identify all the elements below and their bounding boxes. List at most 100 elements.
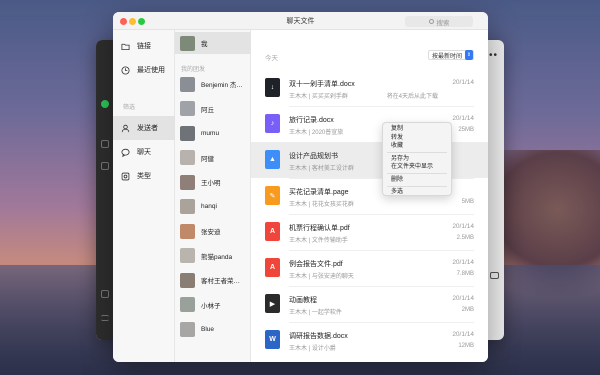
file-meta: 王木木 | 一起学软件 <box>289 310 342 316</box>
file-list-pane: 今天 按最新时间 ⇕ ↓ 双十一剁手清单.docx 王木木 | 买买买剁手群 20/1… <box>251 30 488 362</box>
menu-divider <box>387 173 447 174</box>
menu-item-save-as[interactable]: 另存为 <box>383 155 451 164</box>
phone-icon <box>101 290 109 298</box>
date-section-label: 今天 <box>265 55 278 62</box>
video-file-icon: ▶ <box>265 294 280 313</box>
nav-item-chat[interactable]: 聊天 <box>113 140 175 164</box>
download-file-icon: ↓ <box>265 78 280 97</box>
background-sidebar <box>96 40 114 340</box>
avatar <box>180 297 195 312</box>
sender-name: 王小明 <box>201 180 221 187</box>
avatar <box>180 174 195 190</box>
contacts-section-label: 我的团发 <box>181 67 206 73</box>
menu-item-copy[interactable]: 复制 <box>383 125 451 134</box>
pdf-file-icon: A <box>265 258 280 277</box>
sender-item[interactable]: 阿丘 <box>175 99 251 119</box>
file-size: 5MB <box>461 199 474 205</box>
sender-name: 阿健 <box>201 155 214 163</box>
search-placeholder: 搜索 <box>436 19 450 27</box>
menu-item-multi-select[interactable]: 多选 <box>383 188 451 197</box>
nav-item-label: 发送者 <box>137 125 158 132</box>
file-row[interactable]: ✎ 买花记录清单.page 王木木 | 花花女孩买花群 5MB <box>251 178 488 214</box>
sender-item[interactable]: 熊猫panda <box>175 246 251 266</box>
nav-item-sender[interactable]: 发送者 <box>113 116 175 140</box>
file-meta: 王木木 | 2020普宣旅 <box>289 130 344 136</box>
folder-icon <box>121 43 130 50</box>
file-date: 20/1/14 <box>452 223 474 230</box>
file-meta: 王木木 | 文件传输助手 <box>289 238 348 244</box>
sort-label: 按最新时间 <box>431 53 462 60</box>
pdf-file-icon: A <box>265 222 280 241</box>
sender-item[interactable]: Benjemin 杰… <box>175 74 251 94</box>
file-name: 动画教程 <box>289 297 317 304</box>
menu-item-delete[interactable]: 删除 <box>383 176 451 185</box>
menu-item-favorite[interactable]: 收藏 <box>383 142 451 151</box>
sender-name: hanqi <box>201 203 217 210</box>
file-row[interactable]: A 机票行程确认单.pdf 王木木 | 文件传输助手 20/1/14 2.5MB <box>251 214 488 250</box>
sender-item[interactable]: 客村王者荣… <box>175 270 251 290</box>
file-row[interactable]: ♪ 旅行记录.docx 王木木 | 2020普宣旅 20/1/14 25MB <box>251 106 488 142</box>
avatar <box>180 101 195 116</box>
sender-name: mumu <box>201 129 220 137</box>
file-date: 20/1/14 <box>452 259 474 266</box>
nav-item-type[interactable]: 类型 <box>113 164 175 188</box>
nav-item-label: 最近使用 <box>137 67 165 74</box>
sender-item[interactable]: 阿健 <box>175 148 251 168</box>
box-icon <box>101 140 109 148</box>
audio-file-icon: ♪ <box>265 114 280 133</box>
file-note: 将在4天后从此下载 <box>386 94 438 100</box>
avatar <box>180 223 195 239</box>
file-row[interactable]: W 调研报告数据.docx 王木木 | 设计小爵 20/1/14 12MB <box>251 322 488 358</box>
word-file-icon: W <box>265 330 280 349</box>
sender-item[interactable]: 王小明 <box>175 172 251 192</box>
title-bar: 聊天文件 搜索 <box>113 12 488 30</box>
file-name: 例会报告文件.pdf <box>289 261 343 268</box>
menu-icon <box>101 315 109 321</box>
nav-item-links[interactable]: 链接 <box>113 34 175 58</box>
file-meta: 王木木 | 花花女孩买花群 <box>289 202 354 208</box>
sender-item[interactable]: mumu <box>175 123 251 143</box>
nav-item-label: 类型 <box>137 173 151 180</box>
sort-dropdown[interactable]: 按最新时间 ⇕ <box>427 50 474 60</box>
sender-item[interactable]: hanqi <box>175 197 251 217</box>
sender-item[interactable]: 小林子 <box>175 295 251 315</box>
file-row[interactable]: ▶ 动画教程 王木木 | 一起学软件 20/1/14 2MB <box>251 286 488 322</box>
file-row[interactable]: A 例会报告文件.pdf 王木木 | 与张安迪的聊天 20/1/14 7.8MB <box>251 250 488 286</box>
file-row[interactable]: ↓ 双十一剁手清单.docx 王木木 | 买买买剁手群 20/1/14 将在4天后从此下… <box>251 70 488 106</box>
search-input[interactable]: 搜索 <box>405 16 473 27</box>
menu-item-show-in-folder[interactable]: 在文件夹中显示 <box>383 163 451 172</box>
sender-item[interactable]: Blue <box>175 319 251 339</box>
file-size: 2.5MB <box>456 235 474 241</box>
sender-name: 客村王者荣… <box>201 278 240 285</box>
menu-item-forward[interactable]: 转发 <box>383 134 451 143</box>
sender-name: 张安迪 <box>201 229 221 236</box>
avatar <box>180 272 195 288</box>
pages-file-icon: ✎ <box>265 186 280 205</box>
type-icon <box>121 172 130 180</box>
file-row[interactable]: ▲ 设计产品规划书 王木木 | 客村美工设计群 <box>251 142 488 178</box>
file-date: 20/1/14 <box>452 115 474 122</box>
chat-bubble-icon <box>121 148 130 157</box>
sender-item-me[interactable]: 我 <box>175 32 251 54</box>
sender-item[interactable]: 张安迪 <box>175 221 251 241</box>
file-date: 20/1/14 <box>452 331 474 338</box>
avatar <box>180 35 195 51</box>
circle-icon <box>101 162 109 170</box>
sender-name: 阿丘 <box>201 106 214 114</box>
chevron-updown-icon: ⇕ <box>465 50 473 60</box>
nav-item-recent[interactable]: 最近使用 <box>113 58 175 82</box>
sender-name: 小林子 <box>201 302 221 310</box>
sender-name: 我 <box>201 41 208 48</box>
sender-name: 熊猫panda <box>201 253 233 261</box>
file-date: 20/1/14 <box>452 79 474 86</box>
file-name: 机票行程确认单.pdf <box>289 225 350 232</box>
file-name: 双十一剁手清单.docx <box>289 81 355 88</box>
search-icon <box>428 19 434 24</box>
sender-list: 我 我的团发 Benjemin 杰… 阿丘 mumu 阿健王小明 hanqi 张安迪熊猫p… <box>175 30 251 362</box>
avatar <box>180 125 195 141</box>
avatar <box>180 199 195 214</box>
video-icon <box>490 272 499 279</box>
avatar <box>180 76 195 92</box>
file-meta: 王木木 | 客村美工设计群 <box>289 166 354 172</box>
keynote-file-icon: ▲ <box>265 150 280 169</box>
